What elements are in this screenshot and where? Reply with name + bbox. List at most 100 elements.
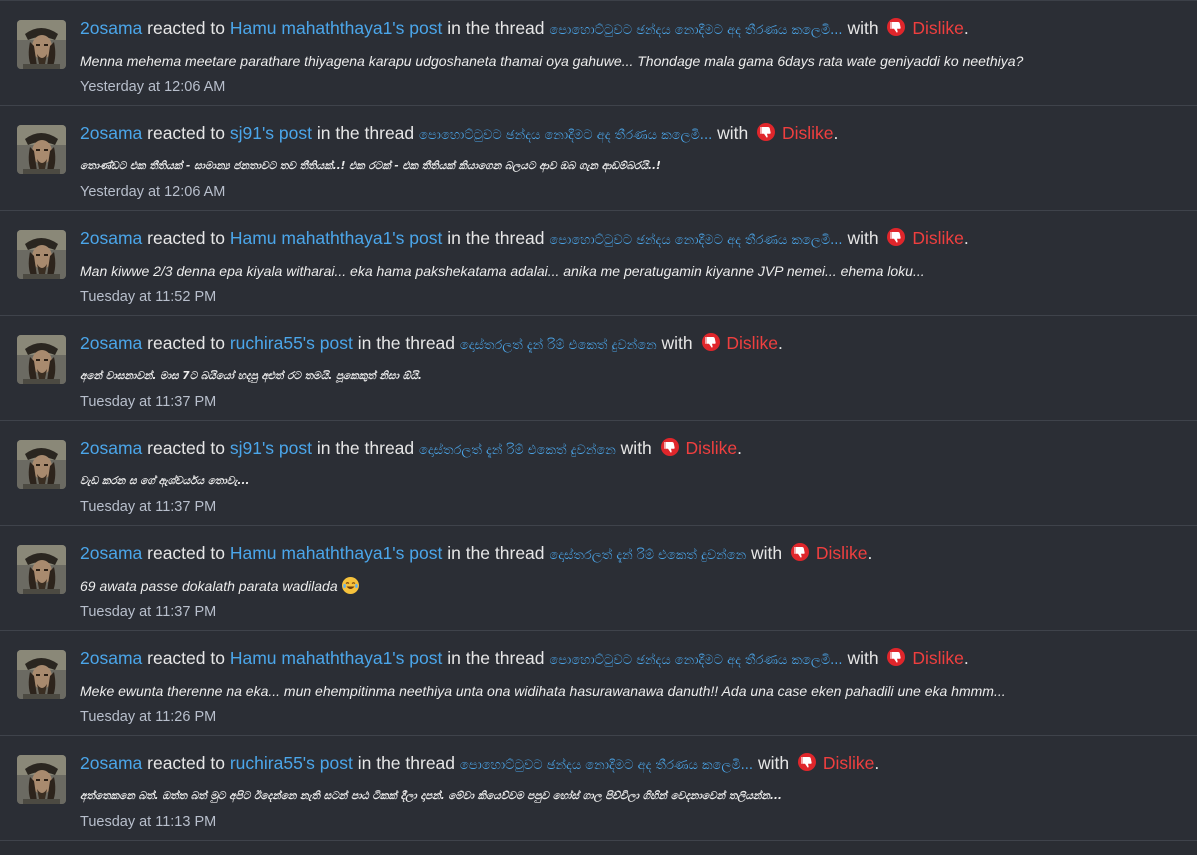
- post-link[interactable]: ruchira55's post: [230, 333, 353, 353]
- user-link[interactable]: 2osama: [80, 333, 142, 353]
- thread-link[interactable]: දොස්තරලත් දැන් රිම් එකෙත් දුවන්නෙ: [549, 548, 746, 563]
- list-item: 2osama reacted to Hamu mahaththaya1's po…: [0, 211, 1197, 316]
- avatar[interactable]: [17, 440, 66, 489]
- thread-link[interactable]: පොහොට්ටුවට ඡන්දය නොදීමට අද තීරණය කලෙමි..…: [549, 233, 842, 248]
- user-link[interactable]: 2osama: [80, 18, 142, 38]
- reaction-feed: 2osama reacted to Hamu mahaththaya1's po…: [0, 0, 1197, 855]
- avatar[interactable]: [17, 335, 66, 384]
- period: .: [777, 333, 783, 353]
- period: .: [874, 753, 880, 773]
- thumbs-down-icon: [701, 333, 720, 351]
- reacted-to-text: reacted to: [147, 18, 225, 38]
- thumbs-down-icon: [797, 753, 816, 771]
- avatar[interactable]: [17, 20, 66, 69]
- user-link[interactable]: 2osama: [80, 753, 142, 773]
- period: .: [833, 123, 839, 143]
- avatar[interactable]: [17, 125, 66, 174]
- with-text: with: [847, 648, 879, 668]
- avatar[interactable]: [17, 755, 66, 804]
- user-link[interactable]: 2osama: [80, 438, 142, 458]
- in-thread-text: in the thread: [357, 753, 456, 773]
- post-link[interactable]: Hamu mahaththaya1's post: [230, 18, 443, 38]
- avatar[interactable]: [17, 230, 66, 279]
- activity-line: 2osama reacted to ruchira55's post in th…: [80, 751, 879, 778]
- post-snippet: තොණ්ඩට එක තීතියක් - සාමාන්‍ය ජනතාවට තව ත…: [80, 160, 661, 172]
- user-link[interactable]: 2osama: [80, 123, 142, 143]
- reacted-to-text: reacted to: [147, 438, 225, 458]
- thread-link[interactable]: පොහොට්ටුවට ඡන්දය නොදීමට අද තීරණය කලෙමි..…: [549, 23, 842, 38]
- thread-link[interactable]: පොහොට්ටුවට ඡන්දය නොදීමට අද තීරණය කලෙමි..…: [549, 653, 842, 668]
- in-thread-text: in the thread: [316, 123, 415, 143]
- activity-line: 2osama reacted to sj91's post in the thr…: [80, 121, 838, 148]
- timestamp[interactable]: Yesterday at 12:06 AM: [80, 182, 225, 202]
- laughing-tears-emoji-icon: [341, 577, 359, 594]
- reacted-to-text: reacted to: [147, 228, 225, 248]
- thread-link[interactable]: පොහොට්ටුවට ඡන්දය නොදීමට අද තීරණය කලෙමි..…: [419, 128, 712, 143]
- reaction-label: Dislike: [815, 543, 868, 563]
- period: .: [737, 438, 742, 458]
- with-text: with: [751, 543, 783, 563]
- timestamp[interactable]: Yesterday at 12:06 AM: [80, 77, 225, 97]
- timestamp[interactable]: Tuesday at 11:13 PM: [80, 812, 216, 832]
- post-link[interactable]: Hamu mahaththaya1's post: [230, 543, 443, 563]
- post-link[interactable]: sj91's post: [230, 123, 312, 143]
- activity-line: 2osama reacted to Hamu mahaththaya1's po…: [80, 226, 969, 253]
- with-text: with: [847, 18, 879, 38]
- list-item: 2osama reacted to ruchira55's post in th…: [0, 736, 1197, 841]
- thread-link[interactable]: පොහොට්ටුවට ඡන්දය නොදීමට අද තීරණය කලෙමි..…: [460, 758, 753, 773]
- in-thread-text: in the thread: [357, 333, 456, 353]
- user-link[interactable]: 2osama: [80, 543, 142, 563]
- thread-link[interactable]: දොස්තරලත් දැන් රිම් එකෙත් දුවන්නෙ: [419, 443, 616, 458]
- reaction-label: Dislike: [912, 648, 964, 668]
- post-link[interactable]: ruchira55's post: [230, 753, 353, 773]
- list-item: 2osama reacted to Hamu mahaththaya1's po…: [0, 526, 1197, 631]
- with-text: with: [717, 123, 749, 143]
- post-snippet-text: 69 awata passe dokalath parata wadilada: [80, 578, 338, 594]
- user-link[interactable]: 2osama: [80, 228, 142, 248]
- in-thread-text: in the thread: [447, 543, 545, 563]
- post-link[interactable]: Hamu mahaththaya1's post: [230, 648, 443, 668]
- thumbs-down-icon: [887, 648, 906, 666]
- in-thread-text: in the thread: [447, 228, 545, 248]
- period: .: [963, 18, 969, 38]
- timestamp[interactable]: Tuesday at 11:37 PM: [80, 497, 216, 517]
- timestamp[interactable]: Tuesday at 11:52 PM: [80, 287, 216, 307]
- timestamp[interactable]: Tuesday at 11:26 PM: [80, 707, 216, 727]
- post-snippet: වැඩ කරන ස ගේ ඇශ්චර්යය තොවැ...: [80, 475, 250, 487]
- thumbs-down-icon: [887, 228, 906, 246]
- reaction-label: Dislike: [685, 438, 738, 458]
- avatar[interactable]: [17, 650, 66, 699]
- post-snippet: අනේ වාසනාවන්. මාස 7ට බයියෝ හදපු අළුත් රට…: [80, 370, 422, 382]
- thumbs-down-icon: [791, 543, 810, 561]
- activity-line: 2osama reacted to Hamu mahaththaya1's po…: [80, 646, 969, 673]
- reaction-label: Dislike: [912, 18, 964, 38]
- reacted-to-text: reacted to: [147, 543, 225, 563]
- post-link[interactable]: Hamu mahaththaya1's post: [230, 228, 443, 248]
- user-link[interactable]: 2osama: [80, 648, 142, 668]
- with-text: with: [620, 438, 652, 458]
- post-snippet: Man kiwwe 2/3 denna epa kiyala witharai.…: [80, 263, 925, 279]
- timestamp[interactable]: Tuesday at 11:37 PM: [80, 392, 216, 412]
- reacted-to-text: reacted to: [147, 333, 225, 353]
- reacted-to-text: reacted to: [147, 753, 225, 773]
- in-thread-text: in the thread: [316, 438, 415, 458]
- thumbs-down-icon: [757, 123, 776, 141]
- in-thread-text: in the thread: [447, 648, 545, 668]
- post-snippet: Menna mehema meetare parathare thiyagena…: [80, 53, 1024, 69]
- list-item: 2osama reacted to sj91's post in the thr…: [0, 106, 1197, 211]
- thread-link[interactable]: දොස්තරලත් දැන් රිම් එකෙත් දුවන්නෙ: [460, 338, 657, 353]
- list-item: 2osama reacted to sj91's post in the thr…: [0, 421, 1197, 526]
- reacted-to-text: reacted to: [147, 123, 225, 143]
- post-link[interactable]: sj91's post: [230, 438, 312, 458]
- reaction-label: Dislike: [781, 123, 834, 143]
- activity-line: 2osama reacted to Hamu mahaththaya1's po…: [80, 541, 872, 568]
- thumbs-down-icon: [660, 438, 679, 456]
- activity-line: 2osama reacted to ruchira55's post in th…: [80, 331, 783, 358]
- reaction-label: Dislike: [726, 333, 778, 353]
- reaction-label: Dislike: [822, 753, 875, 773]
- avatar[interactable]: [17, 545, 66, 594]
- reaction-label: Dislike: [912, 228, 964, 248]
- post-snippet: 69 awata passe dokalath parata wadilada: [80, 576, 359, 596]
- in-thread-text: in the thread: [447, 18, 545, 38]
- timestamp[interactable]: Tuesday at 11:37 PM: [80, 602, 216, 622]
